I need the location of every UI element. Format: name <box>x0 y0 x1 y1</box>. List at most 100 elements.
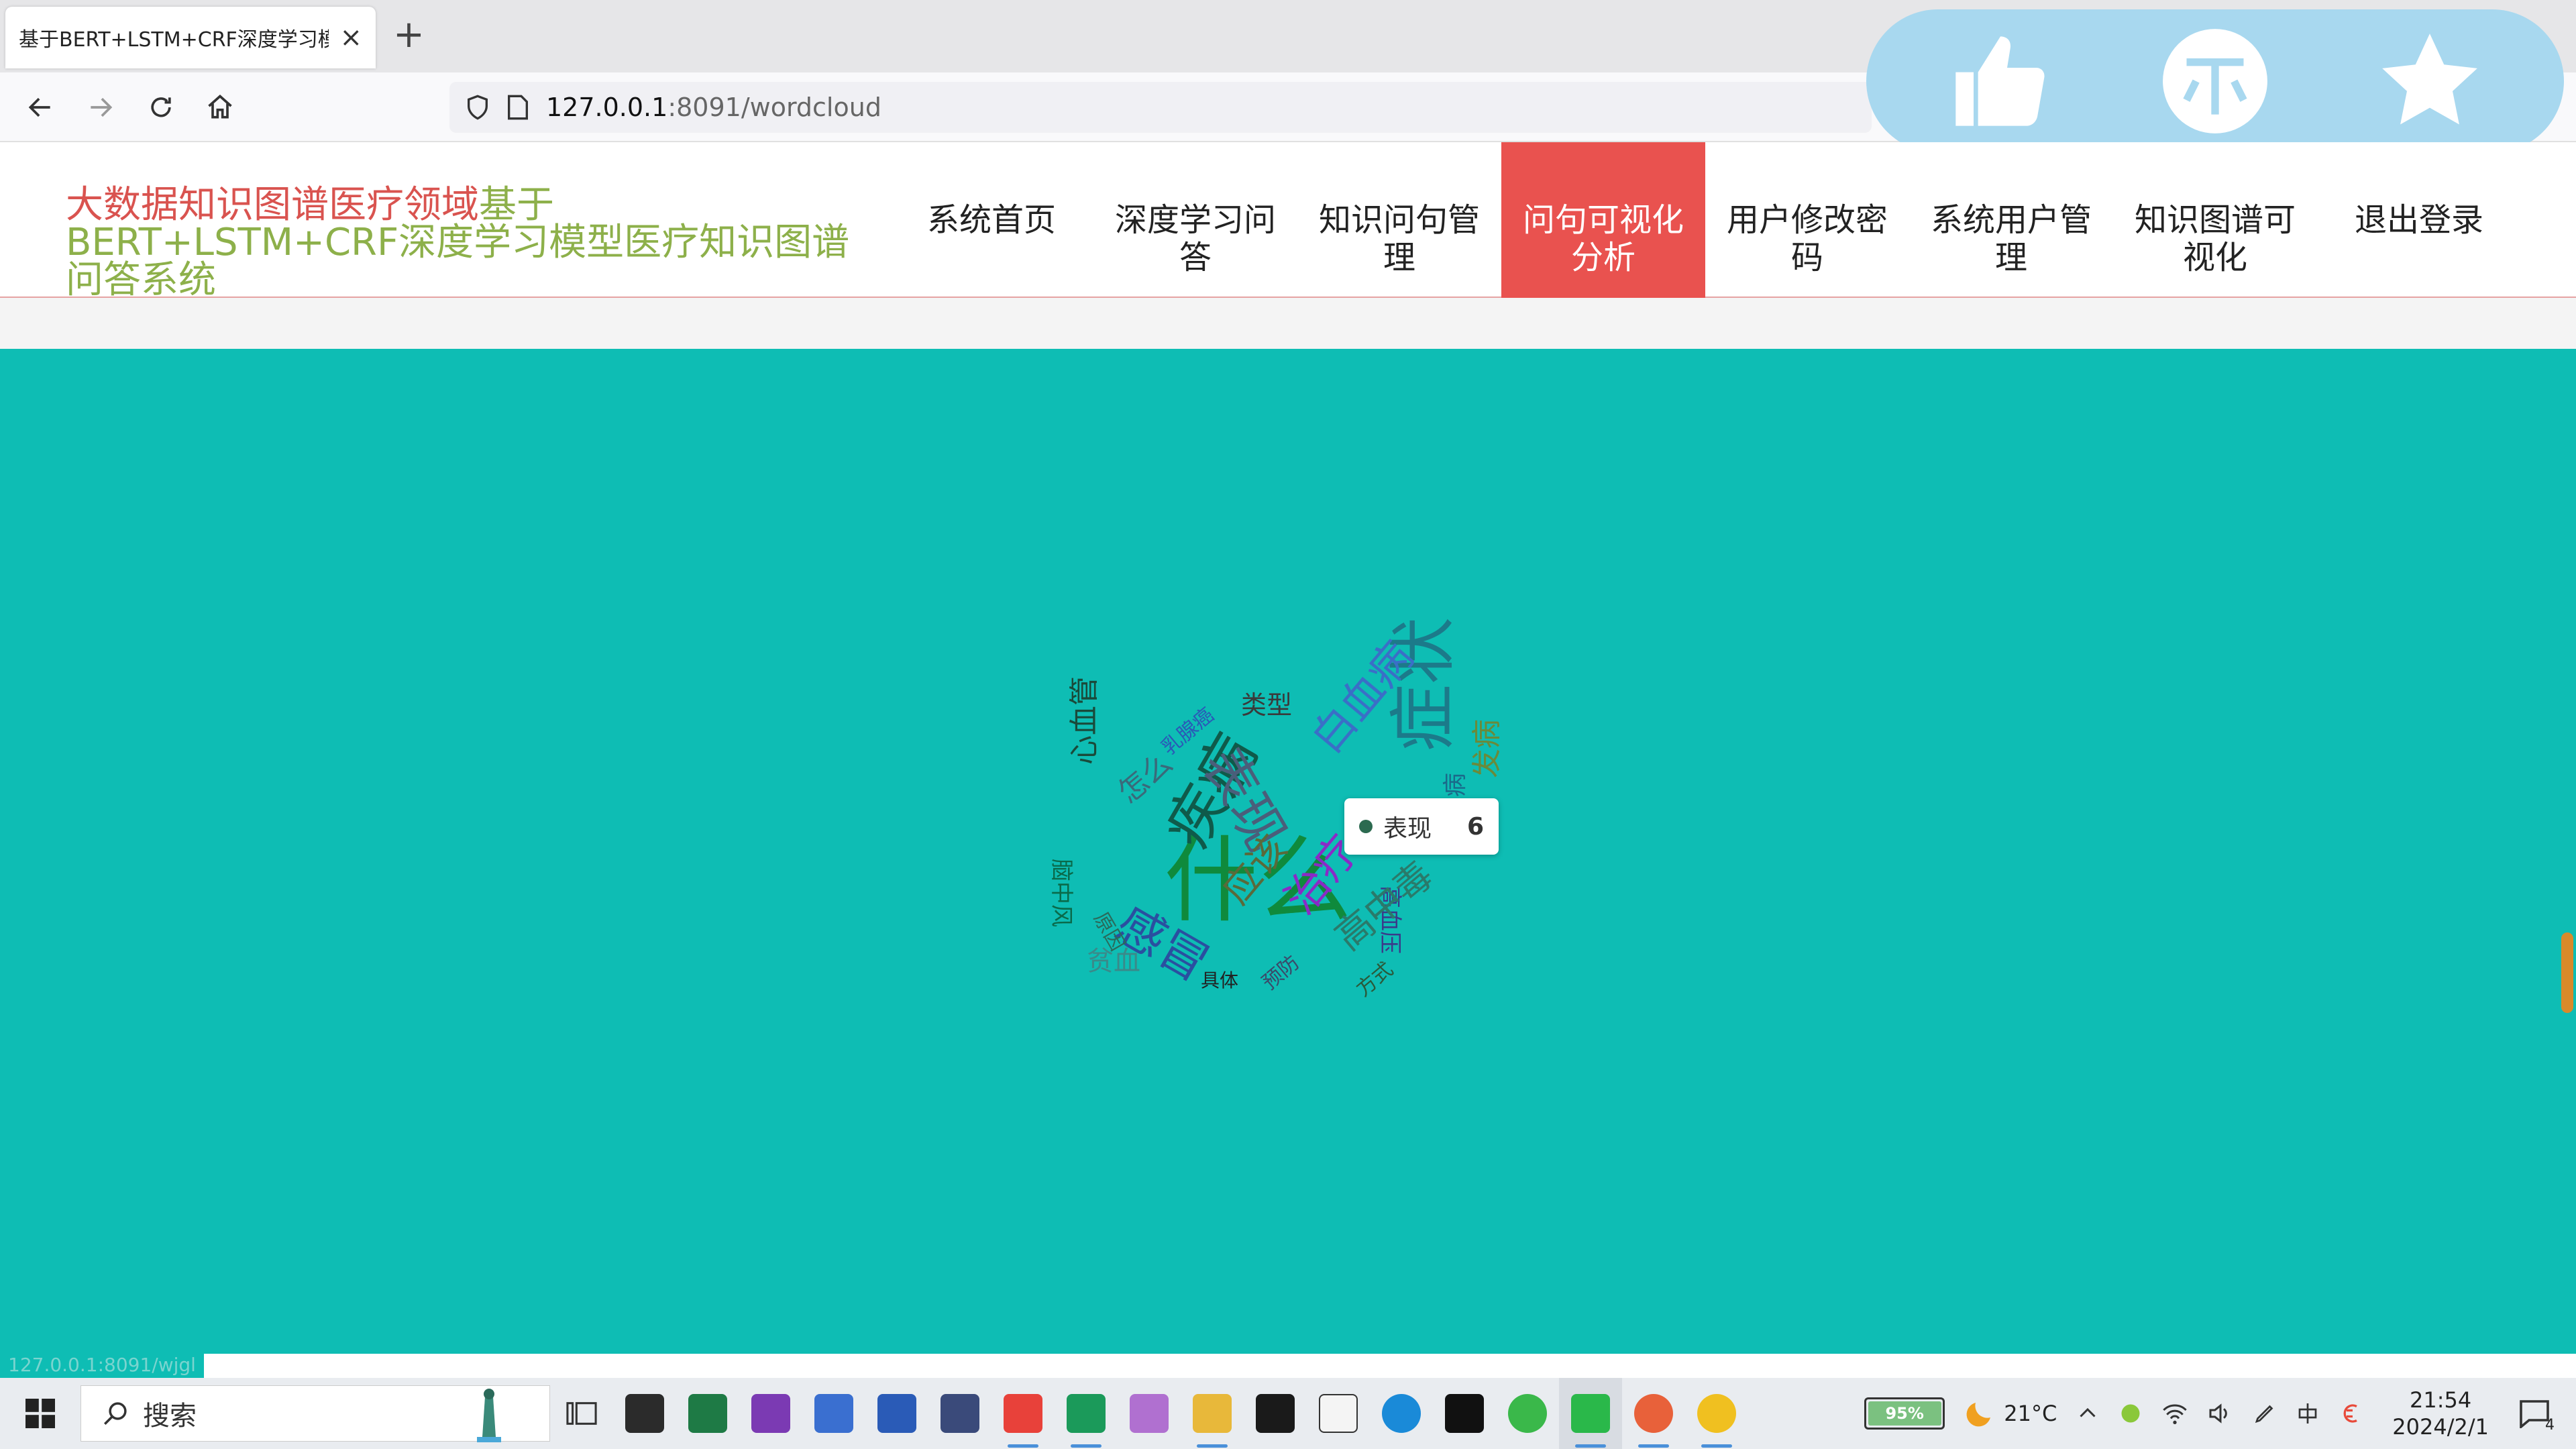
taskbar-app-qqmusic[interactable] <box>1685 1378 1748 1449</box>
main-content: 什么症状疾病表现白血病感冒治疗应该高血压贫血类型心血管高中毒怎么乳腺癌具体方式糖… <box>0 349 2576 1354</box>
url-host: 127.0.0.1 <box>546 93 668 122</box>
wordcloud-word[interactable]: 发病 <box>1462 719 1505 778</box>
favorite-button[interactable] <box>2369 21 2490 142</box>
taskview-button[interactable] <box>550 1378 613 1449</box>
pen-icon <box>2255 1405 2273 1424</box>
taskbar-app-wechat[interactable] <box>1559 1378 1622 1449</box>
taskbar-app-onenote[interactable] <box>739 1378 802 1449</box>
tooltip-dot <box>1359 820 1373 833</box>
site-header: 大数据知识图谱医疗领域基于BERT+LSTM+CRF深度学习模型医疗知识图谱问答… <box>0 142 2576 337</box>
notification-center[interactable]: 4 <box>2518 1399 2555 1434</box>
taskbar-search[interactable]: 搜索 <box>80 1385 550 1442</box>
taskbar-app-typora[interactable] <box>1307 1378 1370 1449</box>
home-icon <box>208 95 232 119</box>
running-indicator <box>1701 1444 1732 1448</box>
forward-button[interactable] <box>80 87 121 127</box>
taskview-icon <box>566 1402 597 1425</box>
taskbar-app-explorer[interactable] <box>1181 1378 1244 1449</box>
taskbar-app-visio[interactable] <box>802 1378 865 1449</box>
taskbar-app-terminal[interactable] <box>1244 1378 1307 1449</box>
pen-input[interactable] <box>2253 1401 2277 1426</box>
battery-indicator[interactable]: 95% <box>1864 1397 1945 1430</box>
nav-label: 退出登录 <box>2354 201 2483 239</box>
page-scrollbar-thumb[interactable] <box>2561 932 2573 1013</box>
sogou-ime[interactable] <box>2339 1401 2363 1426</box>
running-indicator <box>1575 1444 1606 1448</box>
tray-expand[interactable] <box>2076 1401 2100 1426</box>
coin-button[interactable] <box>2155 21 2275 142</box>
wps-app-icon <box>1004 1394 1042 1433</box>
folder-app-icon <box>1193 1394 1232 1433</box>
nav-label: 问句可视化分析 <box>1523 201 1684 276</box>
green-app-icon <box>1508 1394 1547 1433</box>
search-icon <box>104 1402 127 1425</box>
wordcloud-word[interactable]: 心血管 <box>1060 676 1103 765</box>
taskbar-app-green[interactable] <box>1496 1378 1559 1449</box>
sogou-icon <box>2343 1404 2358 1423</box>
onenote-app-icon <box>751 1394 790 1433</box>
wordcloud-word[interactable]: 预防 <box>1254 947 1304 995</box>
tray-app[interactable] <box>2118 1401 2143 1426</box>
chevron-up-icon <box>2080 1407 2096 1417</box>
wordcloud-word[interactable]: 脑中风 <box>1047 859 1080 927</box>
browser-tab[interactable]: 基于BERT+LSTM+CRF深度学习模 × <box>5 7 376 68</box>
running-indicator <box>1008 1444 1038 1448</box>
status-bar-url: 127.0.0.1:8091/wjgl <box>0 1354 204 1378</box>
wordcloud-word[interactable]: 方式 <box>1348 953 1398 1002</box>
word-app-icon <box>877 1394 916 1433</box>
taskbar-app-word[interactable] <box>865 1378 928 1449</box>
wordcloud-word[interactable]: 类型 <box>1241 684 1292 721</box>
start-button[interactable] <box>0 1378 80 1449</box>
thumbs-up-icon <box>1955 36 2045 126</box>
home-button[interactable] <box>200 87 240 127</box>
windows-logo-icon <box>25 1399 55 1428</box>
search-placeholder: 搜索 <box>143 1401 197 1432</box>
volume-control[interactable] <box>2207 1401 2234 1426</box>
nav-label: 系统用户管理 <box>1931 201 2092 276</box>
address-bar[interactable]: 127.0.0.1:8091/wordcloud <box>449 82 1872 133</box>
taskbar-app-network[interactable] <box>1118 1378 1181 1449</box>
wordcloud-tooltip: 表现 6 <box>1344 798 1499 855</box>
ime-icon <box>2298 1403 2317 1424</box>
excel-app-icon <box>688 1394 727 1433</box>
wordcloud-word[interactable]: 具体 <box>1201 966 1238 993</box>
header-divider-strip <box>0 298 2576 349</box>
weather-temp: 21°C <box>2004 1401 2057 1426</box>
taskbar-app-excel[interactable] <box>676 1378 739 1449</box>
like-button[interactable] <box>1940 21 2061 142</box>
forward-arrow-icon <box>91 97 113 117</box>
music-app-icon <box>1697 1394 1736 1433</box>
tray-app-icon <box>2121 1404 2140 1423</box>
url-path: :8091/wordcloud <box>667 93 881 122</box>
notes-app-icon <box>625 1394 664 1433</box>
taskbar-app-capcut[interactable] <box>1433 1378 1496 1449</box>
back-button[interactable] <box>20 87 60 127</box>
speaker-icon <box>2209 1403 2228 1424</box>
taskbar-app-virtualbox[interactable] <box>928 1378 991 1449</box>
tooltip-label: 表现 <box>1383 815 1432 843</box>
system-tray: 95% 21°C 21:54 2024/2/1 4 <box>1855 1387 2576 1440</box>
wechat-app-icon <box>1571 1394 1610 1433</box>
nav-label: 用户修改密码 <box>1727 201 1888 276</box>
taskbar-app-firefox[interactable] <box>1622 1378 1685 1449</box>
taskbar-clock[interactable]: 21:54 2024/2/1 <box>2392 1387 2489 1440</box>
taskbar-app-wps[interactable] <box>991 1378 1055 1449</box>
firefox-app-icon <box>1634 1394 1673 1433</box>
tooltip-value: 6 <box>1466 812 1484 841</box>
running-indicator <box>1071 1444 1102 1448</box>
running-indicator <box>1638 1444 1669 1448</box>
floating-action-bar <box>1866 9 2564 153</box>
nav-label: 系统首页 <box>926 201 1056 239</box>
capcut-app-icon <box>1445 1394 1484 1433</box>
new-tab-button[interactable]: + <box>393 15 425 55</box>
network-app-icon <box>1130 1394 1169 1433</box>
reload-button[interactable] <box>141 87 181 127</box>
tab-close-icon[interactable]: × <box>339 22 362 53</box>
taskbar-app-edge[interactable] <box>1370 1378 1433 1449</box>
taskbar-app-pycharm[interactable] <box>1055 1378 1118 1449</box>
input-method[interactable] <box>2296 1401 2320 1426</box>
taskbar-app-notes[interactable] <box>613 1378 676 1449</box>
wifi-status[interactable] <box>2161 1401 2188 1426</box>
coin-icon <box>2163 29 2267 133</box>
weather-widget[interactable]: 21°C <box>1964 1397 2057 1430</box>
